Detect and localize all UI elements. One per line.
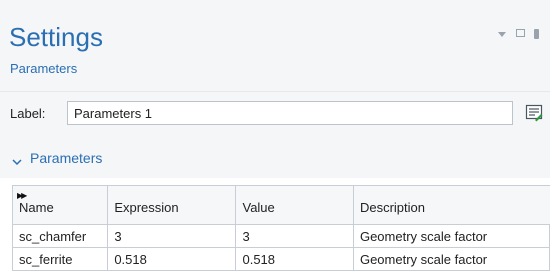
column-header-description[interactable]: Description: [352, 185, 550, 225]
cell-name[interactable]: sc_ferrite: [11, 247, 109, 271]
expand-icon[interactable]: ▶▶: [17, 191, 27, 200]
chevron-down-icon[interactable]: [12, 153, 22, 171]
window-controls: [498, 29, 544, 39]
parameters-section-header[interactable]: Parameters: [0, 138, 550, 178]
cell-value: 0.518: [235, 247, 354, 271]
restore-icon[interactable]: [516, 29, 526, 39]
parameters-table: ▶▶ Name Expression Value Description sc_…: [11, 185, 550, 271]
cell-expression[interactable]: 0.518: [107, 247, 237, 271]
label-row: Label:: [0, 92, 550, 138]
column-header-name-label: Name: [19, 200, 54, 215]
column-header-name[interactable]: ▶▶ Name: [11, 185, 109, 225]
table-row[interactable]: sc_chamfer 3 3 Geometry scale factor: [11, 224, 550, 248]
cell-name[interactable]: sc_chamfer: [11, 224, 109, 248]
pin-icon[interactable]: [534, 29, 544, 39]
parameters-table-area: ▶▶ Name Expression Value Description sc_…: [0, 178, 550, 279]
page-title: Settings: [9, 22, 103, 52]
cell-value: 3: [235, 224, 354, 248]
edit-label-icon[interactable]: [523, 102, 545, 124]
triangle-down-icon[interactable]: [498, 29, 508, 39]
cell-description[interactable]: Geometry scale factor: [352, 247, 550, 271]
settings-header: Settings Parameters: [0, 0, 550, 92]
column-header-expression[interactable]: Expression: [107, 185, 237, 225]
cell-description[interactable]: Geometry scale factor: [352, 224, 550, 248]
table-row[interactable]: sc_ferrite 0.518 0.518 Geometry scale fa…: [11, 247, 550, 271]
table-header-row: ▶▶ Name Expression Value Description: [11, 185, 550, 225]
label-caption: Label:: [10, 106, 46, 121]
label-input[interactable]: [67, 101, 513, 125]
page-subtitle: Parameters: [10, 61, 78, 76]
column-header-value[interactable]: Value: [235, 185, 354, 225]
cell-expression[interactable]: 3: [107, 224, 237, 248]
section-title: Parameters: [30, 150, 103, 166]
